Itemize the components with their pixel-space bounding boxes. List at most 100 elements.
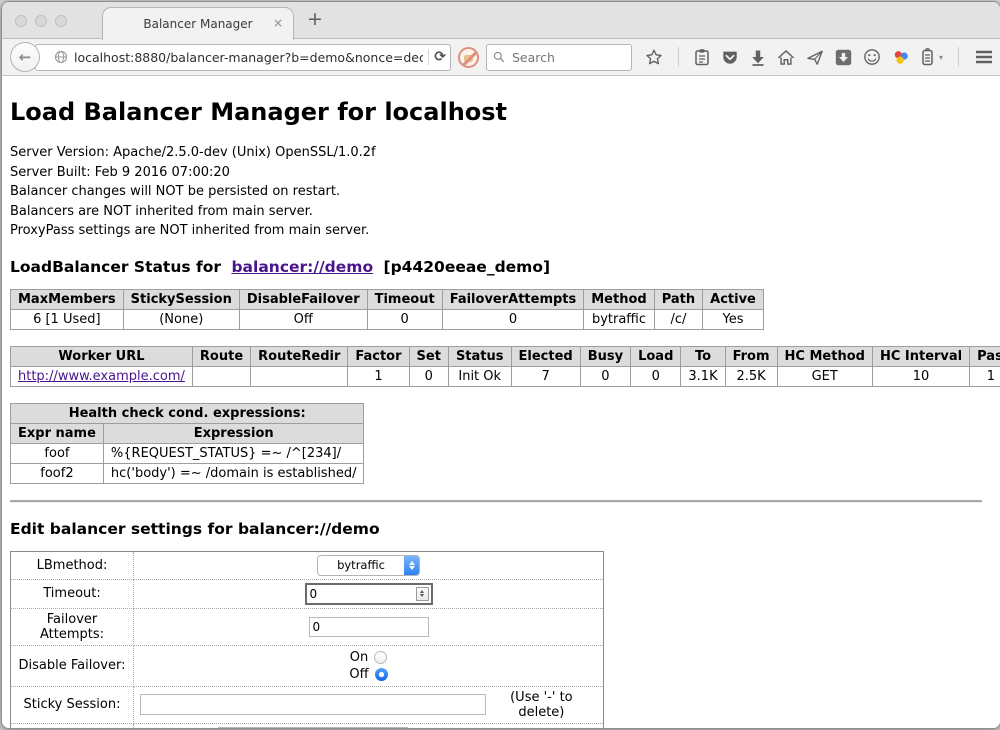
table-title-row: Health check cond. expressions: (11, 403, 364, 423)
note-inherit: Balancers are NOT inherited from main se… (10, 202, 992, 222)
toolbar-separator (958, 47, 959, 67)
cell-elected: 7 (511, 366, 580, 386)
toolbar-separator (678, 47, 679, 67)
adblock-disabled-icon[interactable] (458, 47, 479, 68)
cell-from: 2.5K (725, 366, 777, 386)
lbmethod-label: LBmethod: (11, 551, 134, 579)
timeout-field (134, 579, 604, 608)
back-icon: ← (19, 48, 32, 66)
url-text[interactable]: localhost:8880/balancer-manager?b=demo&n… (74, 50, 423, 65)
form-row-failover-attempts: Failover Attempts: (11, 608, 604, 645)
select-stepper-icon[interactable] (404, 556, 419, 575)
lbmethod-field: bytraffic (134, 551, 604, 579)
toolbar-icons: ▾ (645, 47, 1000, 67)
table-row: foof %{REQUEST_STATUS} =~ /^[234]/ (11, 443, 364, 463)
col-status: Status (448, 346, 511, 366)
cell-to: 3.1K (681, 366, 725, 386)
col-set: Set (409, 346, 448, 366)
cell-disablefailover: Off (239, 309, 367, 329)
page-content: Load Balancer Manager for localhost Serv… (2, 76, 1000, 729)
cell-status: Init Ok (448, 366, 511, 386)
sticky-session-note: (Use '-' to delete) (486, 690, 599, 720)
col-passes: Passes (970, 346, 1000, 366)
cell-expression: %{REQUEST_STATUS} =~ /^[234]/ (103, 443, 364, 463)
window-minimize-button[interactable] (35, 15, 47, 27)
battery-icon[interactable] (921, 48, 934, 66)
pocket-icon[interactable] (721, 49, 739, 66)
timeout-input-wrap (305, 583, 433, 605)
cell-path: /c/ (654, 309, 702, 329)
bookmark-star-icon[interactable] (645, 48, 663, 66)
failover-attempts-input[interactable] (309, 617, 429, 637)
disable-failover-field: On Off (134, 645, 604, 686)
cell-maxmembers: 6 [1 Used] (11, 309, 124, 329)
tab-balancer-manager[interactable]: Balancer Manager × (102, 7, 294, 40)
col-method: Method (584, 289, 654, 309)
navigation-toolbar: ← localhost:8880/balancer-manager?b=demo… (2, 39, 1000, 76)
sticky-session-field: (Use '-' to delete) (134, 686, 604, 723)
balancer-status-table: MaxMembers StickySession DisableFailover… (10, 289, 764, 330)
cell-stickysession: (None) (123, 309, 239, 329)
radio-off[interactable] (375, 668, 388, 681)
status-heading-suffix: [p4420eeae_demo] (384, 258, 551, 276)
add-worker-label: Add New Worker: (11, 723, 134, 729)
table-row: 6 [1 Used] (None) Off 0 0 bytraffic /c/ … (11, 309, 764, 329)
cell-route (192, 366, 250, 386)
search-icon (493, 48, 505, 67)
col-busy: Busy (580, 346, 630, 366)
window-zoom-button[interactable] (55, 15, 67, 27)
send-icon[interactable] (806, 49, 824, 66)
url-bar[interactable]: localhost:8880/balancer-manager?b=demo&n… (35, 44, 451, 71)
back-button[interactable]: ← (10, 42, 40, 72)
server-version: Server Version: Apache/2.5.0-dev (Unix) … (10, 143, 992, 163)
cell-active: Yes (703, 309, 764, 329)
radio-on[interactable] (374, 651, 387, 664)
reload-icon[interactable]: ⟳ (434, 49, 446, 65)
timeout-label: Timeout: (11, 579, 134, 608)
col-route: Route (192, 346, 250, 366)
menu-icon[interactable] (974, 49, 994, 65)
cell-routeredir (251, 366, 348, 386)
new-tab-button[interactable]: + (307, 8, 323, 30)
urlbar-divider (428, 49, 429, 65)
smiley-icon[interactable] (863, 48, 881, 66)
table-header-row: Worker URL Route RouteRedir Factor Set S… (11, 346, 1000, 366)
col-stickysession: StickySession (123, 289, 239, 309)
col-worker-url: Worker URL (11, 346, 193, 366)
failover-attempts-label: Failover Attempts: (11, 608, 134, 645)
timeout-input[interactable] (307, 587, 416, 601)
balancer-link[interactable]: balancer://demo (231, 258, 373, 276)
server-built: Server Built: Feb 9 2016 07:00:20 (10, 163, 992, 183)
extension-download-icon[interactable] (835, 49, 852, 66)
table-header-row: MaxMembers StickySession DisableFailover… (11, 289, 764, 309)
home-icon[interactable] (777, 49, 795, 66)
search-bar[interactable] (486, 44, 632, 71)
note-persist: Balancer changes will NOT be persisted o… (10, 182, 992, 202)
downloads-icon[interactable] (750, 49, 766, 66)
edit-heading: Edit balancer settings for balancer://de… (10, 520, 992, 538)
form-row-disable-failover: Disable Failover: On Off (11, 645, 604, 686)
page-title: Load Balancer Manager for localhost (10, 98, 992, 126)
clipboard-icon[interactable] (694, 48, 710, 66)
col-factor: Factor (348, 346, 409, 366)
cell-busy: 0 (580, 366, 630, 386)
dropdown-caret-icon[interactable]: ▾ (939, 53, 943, 62)
lbmethod-select[interactable]: bytraffic (317, 555, 420, 576)
status-heading-prefix: LoadBalancer Status for (10, 258, 221, 276)
form-row-sticky-session: Sticky Session: (Use '-' to delete) (11, 686, 604, 723)
health-table-title: Health check cond. expressions: (11, 403, 364, 423)
globe-icon (54, 50, 68, 64)
window-close-button[interactable] (15, 15, 27, 27)
sticky-session-input[interactable] (140, 694, 486, 715)
col-active: Active (703, 289, 764, 309)
cell-timeout: 0 (367, 309, 442, 329)
col-load: Load (631, 346, 681, 366)
radio-off-label: Off (349, 666, 368, 683)
tab-close-icon[interactable]: × (273, 16, 283, 30)
search-input[interactable] (510, 49, 625, 66)
number-spinner-icon[interactable] (416, 587, 429, 601)
worker-url-link[interactable]: http://www.example.com/ (18, 369, 185, 384)
colors-icon[interactable] (892, 48, 910, 66)
lbmethod-selected-value: bytraffic (318, 558, 404, 572)
table-row: http://www.example.com/ 1 0 Init Ok 7 0 … (11, 366, 1000, 386)
